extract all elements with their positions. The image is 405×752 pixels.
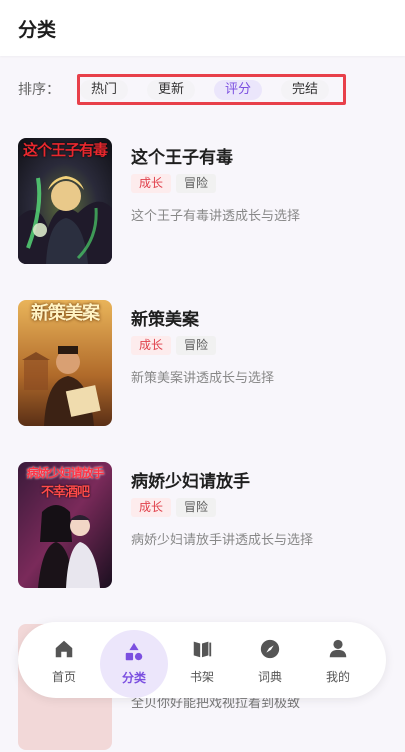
- tag-growth: 成长: [131, 174, 172, 193]
- book-title[interactable]: 这个王子有毒: [131, 143, 233, 168]
- sort-label: 排序：: [18, 82, 60, 98]
- sort-option-hot[interactable]: 热门: [80, 80, 129, 100]
- book-cover[interactable]: 病娇少妇请放手 不幸酒吧: [18, 462, 112, 588]
- page-title: 分类: [18, 19, 57, 41]
- book-tags: 成长 冒险: [131, 174, 221, 194]
- cover-art-bar: [18, 462, 112, 588]
- app-header: 分类: [0, 0, 405, 56]
- book-title[interactable]: 新策美案: [131, 305, 199, 330]
- tag-adventure: 冒险: [176, 498, 217, 517]
- home-icon: [55, 640, 73, 658]
- book-item[interactable]: 这个王子有毒 这个王子有毒 成长 冒险 这个王子有毒讲透成长与选择: [18, 138, 388, 266]
- tag-adventure: 冒险: [176, 336, 217, 355]
- book-description: 新策美案讲透成长与选择: [131, 371, 275, 386]
- book-item[interactable]: 病娇少妇请放手 不幸酒吧 病娇少妇请放手 成长 冒险 病娇少妇请放手讲透成长与选择: [18, 462, 388, 590]
- tag-adventure: 冒险: [176, 174, 217, 193]
- book-tags: 成长 冒险: [131, 498, 221, 518]
- category-icon: [125, 642, 143, 661]
- book-item[interactable]: 新策美案 新策美案 成长 冒险 新策美案讲透成长与选择: [18, 300, 388, 428]
- nav-profile[interactable]: 我的: [304, 622, 372, 698]
- sort-option-updated[interactable]: 更新: [147, 80, 196, 100]
- bottom-nav: 首页 分类 书架 词典 我的: [18, 622, 386, 698]
- user-icon: [329, 639, 347, 658]
- book-description: 病娇少妇请放手讲透成长与选择: [131, 533, 314, 548]
- cover-title: 病娇少妇请放手: [26, 466, 104, 480]
- tag-growth: 成长: [131, 498, 172, 517]
- sort-option-completed[interactable]: 完结: [281, 80, 330, 100]
- tag-growth: 成长: [131, 336, 172, 355]
- book-cover[interactable]: 这个王子有毒: [18, 138, 112, 264]
- nav-label: 我的: [325, 670, 350, 684]
- cover-title: 这个王子有毒: [22, 141, 108, 159]
- nav-home[interactable]: 首页: [30, 622, 98, 698]
- bookshelf-icon: [193, 641, 212, 658]
- nav-label: 首页: [51, 670, 76, 684]
- nav-category[interactable]: 分类: [100, 622, 168, 698]
- nav-dictionary[interactable]: 词典: [236, 622, 304, 698]
- nav-bookshelf[interactable]: 书架: [168, 622, 236, 698]
- cover-subtitle: 不幸酒吧: [40, 485, 90, 500]
- cover-title: 新策美案: [31, 303, 100, 324]
- book-description: 这个王子有毒讲透成长与选择: [131, 209, 301, 224]
- book-title[interactable]: 病娇少妇请放手: [131, 467, 250, 492]
- book-cover[interactable]: 新策美案: [18, 300, 112, 426]
- sort-bar: 排序： 热门 更新 评分 完结: [18, 74, 398, 105]
- sort-options-highlight: 热门 更新 评分 完结: [77, 74, 346, 105]
- book-tags: 成长 冒险: [131, 336, 221, 356]
- sort-option-rating[interactable]: 评分: [214, 80, 263, 100]
- nav-label: 分类: [121, 671, 146, 685]
- nav-label: 书架: [189, 670, 214, 684]
- compass-icon: [260, 639, 280, 659]
- nav-label: 词典: [257, 670, 282, 684]
